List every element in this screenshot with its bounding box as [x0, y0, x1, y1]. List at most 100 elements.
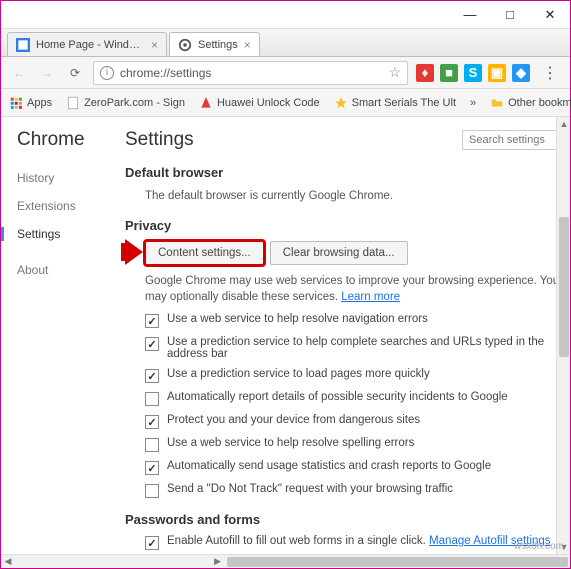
checkbox-label: Use a web service to help resolve naviga…: [167, 313, 428, 325]
bookmark-label: Other bookmarks: [508, 97, 571, 109]
privacy-description: Google Chrome may use web services to im…: [145, 273, 562, 305]
reload-button[interactable]: ⟳: [65, 63, 85, 83]
page-favicon-icon: [16, 38, 30, 52]
privacy-check-row: Use a prediction service to help complet…: [145, 336, 562, 360]
tab-homepage[interactable]: Home Page - Windows T ×: [7, 32, 167, 56]
privacy-check-row: Send a "Do Not Track" request with your …: [145, 483, 562, 498]
clear-browsing-data-button[interactable]: Clear browsing data...: [270, 241, 408, 265]
huawei-icon: [199, 96, 213, 110]
chevron-more-icon[interactable]: »: [470, 97, 476, 109]
default-browser-section: Default browser The default browser is c…: [125, 165, 562, 204]
gear-icon: [178, 38, 192, 52]
scroll-left-icon[interactable]: ◀: [1, 555, 15, 569]
forward-button[interactable]: →: [37, 63, 57, 83]
menu-icon[interactable]: ⋮: [538, 63, 562, 83]
bookmark-star-icon[interactable]: ☆: [388, 64, 401, 81]
checkbox-label: Automatically report details of possible…: [167, 391, 508, 403]
skype-icon[interactable]: S: [464, 64, 482, 82]
bookmark-huawei[interactable]: Huawei Unlock Code: [199, 96, 320, 110]
checkbox[interactable]: [145, 314, 159, 328]
folder-icon: [490, 96, 504, 110]
extension-icon[interactable]: ◆: [512, 64, 530, 82]
section-heading: Privacy: [125, 218, 562, 233]
tab-label: Settings: [198, 39, 238, 51]
privacy-check-row: Use a prediction service to load pages m…: [145, 368, 562, 383]
privacy-check-row: Use a web service to help resolve naviga…: [145, 313, 562, 328]
sidebar-item-settings[interactable]: Settings: [1, 227, 111, 241]
extension-icon[interactable]: ■: [440, 64, 458, 82]
autofill-check-row: Enable Autofill to fill out web forms in…: [145, 535, 562, 550]
horizontal-scrollbar[interactable]: ◀ ▶: [1, 554, 570, 568]
page-icon: [66, 96, 80, 110]
checkbox-label: Send a "Do Not Track" request with your …: [167, 483, 453, 495]
scroll-up-icon[interactable]: ▲: [557, 117, 570, 131]
address-bar: ← → ⟳ i chrome://settings ☆ ♦ ■ S ▣ ◆ ⋮: [1, 57, 570, 89]
tab-strip: Home Page - Windows T × Settings ×: [1, 29, 570, 57]
info-icon[interactable]: i: [100, 66, 114, 80]
section-heading: Passwords and forms: [125, 512, 562, 527]
sidebar-item-about[interactable]: About: [17, 263, 111, 277]
sidebar-title: Chrome: [17, 129, 111, 151]
vertical-scrollbar[interactable]: ▲ ▼: [556, 117, 570, 554]
settings-sidebar: Chrome History Extensions Settings About: [1, 117, 121, 554]
checkbox-label: Use a prediction service to load pages m…: [167, 368, 430, 380]
privacy-check-row: Use a web service to help resolve spelli…: [145, 437, 562, 452]
checkbox[interactable]: [145, 438, 159, 452]
bookmark-label: Apps: [27, 97, 52, 109]
maximize-button[interactable]: □: [490, 2, 530, 28]
extension-icons: ♦ ■ S ▣ ◆: [416, 64, 530, 82]
back-button[interactable]: ←: [9, 63, 29, 83]
sidebar-item-history[interactable]: History: [17, 171, 111, 185]
red-arrow-annotation: [121, 239, 143, 265]
extension-icon[interactable]: ▣: [488, 64, 506, 82]
default-browser-text: The default browser is currently Google …: [145, 188, 562, 204]
checkbox-label: Use a prediction service to help complet…: [167, 336, 562, 360]
url-text: chrome://settings: [120, 66, 382, 80]
scroll-right-icon[interactable]: ▶: [211, 555, 225, 569]
page-title: Settings: [125, 129, 194, 151]
settings-main: Settings Default browser The default bro…: [121, 117, 570, 554]
section-heading: Default browser: [125, 165, 562, 180]
passwords-section: Passwords and forms Enable Autofill to f…: [125, 512, 562, 550]
tab-settings[interactable]: Settings ×: [169, 32, 260, 56]
checkbox[interactable]: [145, 461, 159, 475]
star-icon: [334, 96, 348, 110]
bookmark-label: Huawei Unlock Code: [217, 97, 320, 109]
apps-shortcut[interactable]: Apps: [9, 96, 52, 110]
checkbox[interactable]: [145, 415, 159, 429]
close-icon[interactable]: ×: [244, 38, 251, 52]
tab-label: Home Page - Windows T: [36, 39, 145, 51]
checkbox[interactable]: [145, 392, 159, 406]
apps-icon: [9, 96, 23, 110]
bookmark-label: Smart Serials The Ult: [352, 97, 456, 109]
checkbox-label: Use a web service to help resolve spelli…: [167, 437, 414, 449]
checkbox[interactable]: [145, 337, 159, 351]
checkbox[interactable]: [145, 536, 159, 550]
checkbox-label: Automatically send usage statistics and …: [167, 460, 491, 472]
minimize-button[interactable]: —: [450, 2, 490, 28]
checkbox[interactable]: [145, 369, 159, 383]
learn-more-link[interactable]: Learn more: [341, 291, 400, 303]
settings-page: Chrome History Extensions Settings About…: [1, 117, 570, 554]
privacy-section: Privacy Content settings... Clear browsi…: [125, 218, 562, 498]
extension-icon[interactable]: ♦: [416, 64, 434, 82]
omnibox[interactable]: i chrome://settings ☆: [93, 61, 408, 85]
search-settings-input[interactable]: [462, 130, 562, 150]
checkbox-label: Protect you and your device from dangero…: [167, 414, 420, 426]
other-bookmarks[interactable]: Other bookmarks: [490, 96, 571, 110]
close-window-button[interactable]: ✕: [530, 2, 570, 28]
bookmark-serials[interactable]: Smart Serials The Ult: [334, 96, 456, 110]
close-icon[interactable]: ×: [151, 38, 158, 52]
privacy-check-row: Automatically report details of possible…: [145, 391, 562, 406]
sidebar-item-extensions[interactable]: Extensions: [17, 199, 111, 213]
bookmark-label: ZeroPark.com - Sign: [84, 97, 185, 109]
content-settings-button[interactable]: Content settings...: [145, 241, 264, 265]
window-titlebar: — □ ✕: [1, 1, 570, 29]
bookmark-zeropark[interactable]: ZeroPark.com - Sign: [66, 96, 185, 110]
checkbox-label: Enable Autofill to fill out web forms in…: [167, 535, 551, 547]
privacy-check-row: Automatically send usage statistics and …: [145, 460, 562, 475]
bookmarks-bar: Apps ZeroPark.com - Sign Huawei Unlock C…: [1, 89, 570, 117]
watermark: wsxdn.com: [514, 541, 564, 552]
checkbox[interactable]: [145, 484, 159, 498]
privacy-check-row: Protect you and your device from dangero…: [145, 414, 562, 429]
